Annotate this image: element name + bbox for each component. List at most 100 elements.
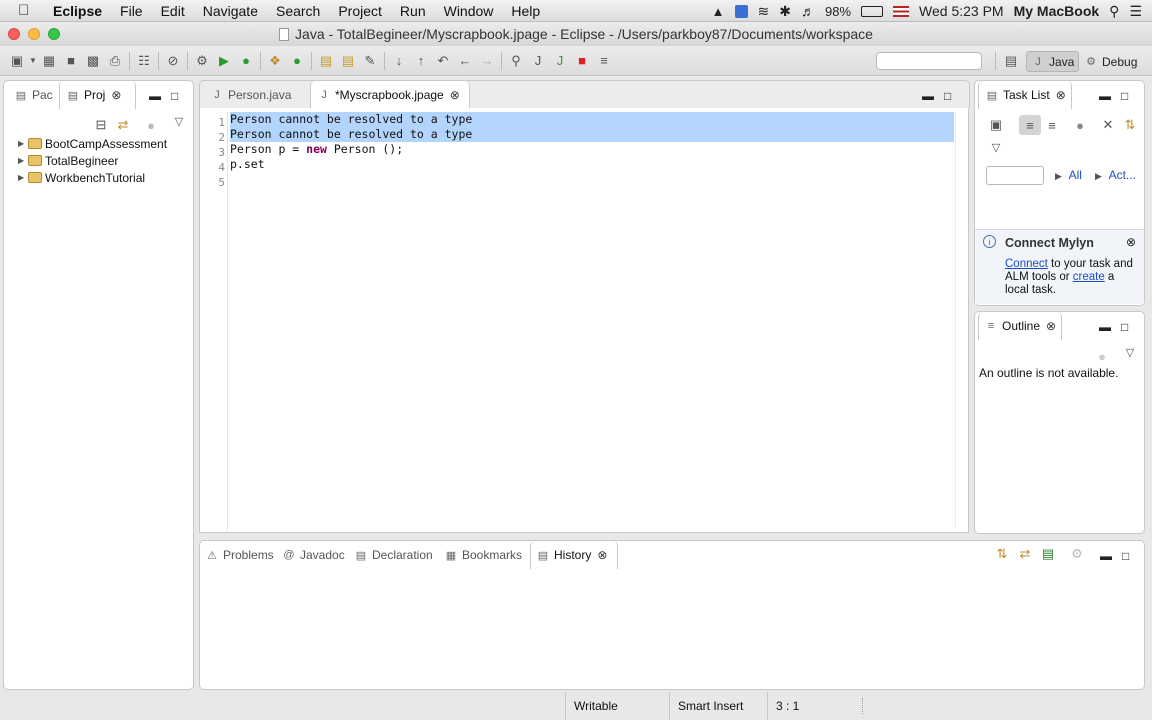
focus-icon[interactable]: ● <box>1091 346 1113 366</box>
view-menu-icon[interactable]: ▽ <box>168 111 190 131</box>
synchronize-icon[interactable]: ⇅ <box>1119 115 1141 135</box>
debug-gear-icon[interactable]: ⚙ <box>191 51 213 71</box>
close-tab-icon[interactable]: ⊗ <box>1046 319 1056 333</box>
editor-vertical-scrollbar[interactable] <box>955 112 965 528</box>
close-icon[interactable]: ⊗ <box>1126 235 1136 249</box>
stop-icon[interactable]: ■ <box>571 51 593 71</box>
task-find-input[interactable] <box>986 166 1044 185</box>
tab-declaration[interactable]: ▤ Declaration <box>354 541 440 569</box>
tab-javadoc[interactable]: @ Javadoc <box>282 541 352 569</box>
expand-icon[interactable]: ▶ <box>18 156 28 165</box>
pin-icon[interactable]: ▤ <box>1037 544 1059 564</box>
close-tab-icon[interactable]: ⊗ <box>597 548 607 562</box>
battery-percent[interactable]: 98% <box>825 4 851 19</box>
menu-edit[interactable]: Edit <box>152 3 194 19</box>
collapse-all-icon[interactable]: ⊟ <box>90 115 112 135</box>
tab-project-explorer[interactable]: ▤ Proj ⊗ <box>59 81 136 109</box>
clock[interactable]: Wed 5:23 PM <box>919 3 1004 19</box>
open-folder-icon[interactable]: ▤ <box>315 51 337 71</box>
tree-item-workbenchtutorial[interactable]: ▶ WorkbenchTutorial <box>18 169 145 186</box>
close-window-button[interactable] <box>8 28 20 40</box>
menu-navigate[interactable]: Navigate <box>194 3 267 19</box>
expand-icon[interactable]: ▶ <box>18 173 28 182</box>
create-link[interactable]: create <box>1073 271 1105 283</box>
binary-icon[interactable]: ☷ <box>133 51 155 71</box>
close-tab-icon[interactable]: ⊗ <box>1056 88 1066 102</box>
open-type-icon[interactable]: ▦ <box>38 51 60 71</box>
bluetooth-icon[interactable]: ✱ <box>779 3 791 20</box>
open-folder2-icon[interactable]: ▤ <box>337 51 359 71</box>
prev-annotation-icon[interactable]: ↑ <box>410 51 432 71</box>
link-editor-icon[interactable]: ⇄ <box>112 115 134 135</box>
minimize-window-button[interactable] <box>28 28 40 40</box>
filter-all[interactable]: ▶ All <box>1055 168 1082 182</box>
save-all-icon[interactable]: ▩ <box>82 51 104 71</box>
minimize-view-icon[interactable]: ▬ <box>1100 549 1112 563</box>
minimize-view-icon[interactable]: ▬ <box>149 89 161 103</box>
code-line-4[interactable]: p.set <box>230 157 265 172</box>
link-editor-icon[interactable]: ⇄ <box>1014 544 1036 564</box>
tab-task-list[interactable]: ▤ Task List ⊗ <box>978 81 1072 109</box>
minimize-editor-icon[interactable]: ▬ <box>922 89 934 103</box>
minimize-view-icon[interactable]: ▬ <box>1099 89 1111 103</box>
tab-problems[interactable]: ⚠ Problems <box>203 541 279 569</box>
new-task-icon[interactable]: ▣ <box>985 115 1007 135</box>
user-menu[interactable]: My MacBook <box>1014 3 1100 19</box>
menu-file[interactable]: File <box>111 3 152 19</box>
menu-run[interactable]: Run <box>391 3 435 19</box>
spotlight-icon[interactable]: ⚲ <box>1109 3 1119 20</box>
connect-link[interactable]: Connect <box>1005 258 1048 270</box>
quick-access-input[interactable] <box>876 52 982 70</box>
search-icon[interactable]: ⚲ <box>505 51 527 71</box>
code-line-3[interactable]: Person p = new Person (); <box>230 142 403 157</box>
maximize-view-icon[interactable]: □ <box>1121 89 1128 103</box>
focus-icon[interactable]: ● <box>1069 115 1091 135</box>
maximize-view-icon[interactable]: □ <box>171 89 178 103</box>
code-line-1[interactable]: Person cannot be resolved to a type <box>230 112 954 127</box>
sync-icon[interactable] <box>734 4 748 18</box>
flag-icon[interactable] <box>893 5 910 17</box>
tab-myscrapbook[interactable]: J *Myscrapbook.jpage ⊗ <box>310 81 470 109</box>
pencil-icon[interactable]: ✎ <box>359 51 381 71</box>
maximize-view-icon[interactable]: □ <box>1121 320 1128 334</box>
zoom-window-button[interactable] <box>48 28 60 40</box>
volume-icon[interactable]: ♬ <box>801 3 815 19</box>
notification-center-icon[interactable]: ☰ <box>1129 3 1142 20</box>
wifi-icon[interactable]: ≋ <box>758 3 770 20</box>
run-icon[interactable]: ▶ <box>213 51 235 71</box>
focus-task-icon[interactable]: ● <box>140 115 162 135</box>
battery-icon[interactable] <box>861 5 884 17</box>
tab-person-java[interactable]: J Person.java <box>204 81 310 109</box>
tree-item-totalbegineer[interactable]: ▶ TotalBegineer <box>18 152 118 169</box>
hide-completed-icon[interactable]: ✕ <box>1097 115 1119 135</box>
tree-item-bootcampassessment[interactable]: ▶ BootCampAssessment <box>18 135 167 152</box>
apple-icon[interactable]:  <box>18 2 38 19</box>
scheduled-view-icon[interactable]: ≡ <box>1041 115 1063 135</box>
java-file-icon[interactable]: J <box>527 51 549 71</box>
java-perspective-button[interactable]: J Java <box>1026 51 1080 72</box>
run-scrapbook-icon[interactable]: J <box>549 51 571 71</box>
tab-history[interactable]: ▤ History ⊗ <box>530 541 618 569</box>
close-tab-icon[interactable]: ⊗ <box>111 88 121 102</box>
categorized-view-icon[interactable]: ≡ <box>1019 115 1041 135</box>
view-menu-icon[interactable]: ▽ <box>1119 342 1141 362</box>
menu-search[interactable]: Search <box>267 3 329 19</box>
code-line-2[interactable]: Person cannot be resolved to a type <box>230 127 954 142</box>
expand-icon[interactable]: ▶ <box>18 139 28 148</box>
menu-window[interactable]: Window <box>435 3 503 19</box>
open-perspective-icon[interactable]: ▤ <box>1000 51 1022 71</box>
tab-package-explorer[interactable]: ▤ Pac <box>8 81 58 109</box>
print-icon[interactable]: ⎙ <box>104 51 126 71</box>
maximize-editor-icon[interactable]: □ <box>944 89 951 103</box>
next-annotation-icon[interactable]: ↓ <box>388 51 410 71</box>
new-class-icon[interactable]: ● <box>286 51 308 71</box>
compare-icon[interactable]: ⇅ <box>991 544 1013 564</box>
menu-app-eclipse[interactable]: Eclipse <box>44 3 111 19</box>
run-external-icon[interactable]: ● <box>235 51 257 71</box>
tab-bookmarks[interactable]: ▦ Bookmarks <box>444 541 528 569</box>
last-edit-icon[interactable]: ↶ <box>432 51 454 71</box>
save-icon[interactable]: ■ <box>60 51 82 71</box>
tab-outline[interactable]: ≡ Outline ⊗ <box>978 312 1062 340</box>
menu-project[interactable]: Project <box>329 3 391 19</box>
view-menu-icon[interactable]: ▽ <box>985 137 1007 157</box>
